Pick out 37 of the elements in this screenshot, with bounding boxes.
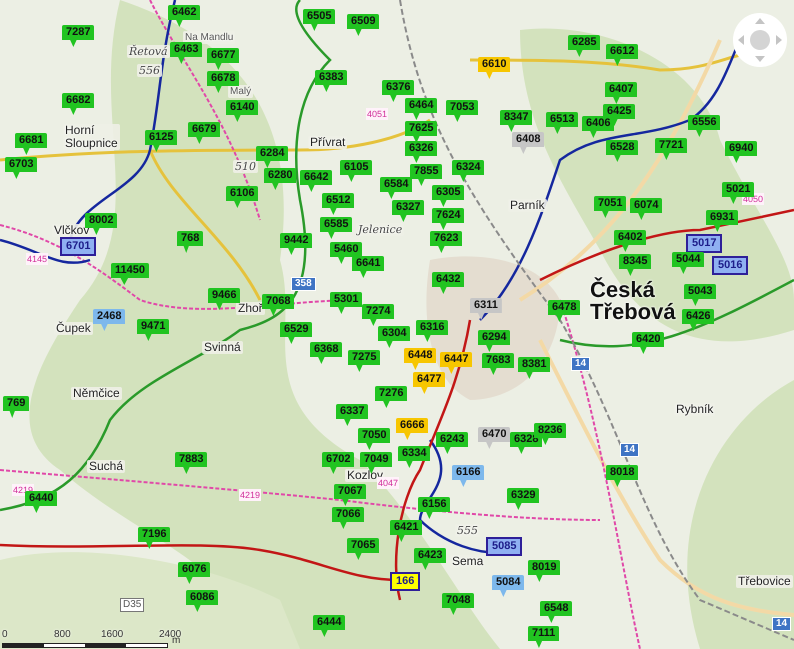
place-label: Na Mandlu (183, 31, 236, 44)
place-label: Horní Sloupnice (63, 124, 120, 150)
place-label: 556 (137, 64, 162, 77)
scale-label: 800 (54, 629, 71, 640)
pan-control[interactable] (732, 12, 788, 68)
place-label: Sema (450, 555, 486, 568)
road-number: 14 (772, 617, 792, 631)
place-label: 510 (233, 160, 258, 173)
scale-label: 0 (2, 629, 8, 640)
place-label: Česká Třebová (590, 279, 676, 323)
road-number: 4051 (366, 108, 388, 120)
scale-label: 1600 (101, 629, 124, 640)
road-number: 4047 (377, 477, 400, 489)
road-number: 14 (571, 357, 590, 371)
road-number: 4145 (26, 253, 48, 265)
place-label: Řetová (127, 45, 170, 58)
place-label: Parník (508, 199, 547, 212)
road-number: D35 (120, 598, 144, 612)
road-number: 14 (620, 443, 640, 457)
place-label: Zhoř (236, 302, 265, 315)
place-label: Suchá (87, 460, 126, 473)
map-marker[interactable]: 5085 (486, 537, 522, 556)
map-marker[interactable]: 5016 (712, 256, 748, 275)
place-label: Jelenice (356, 223, 404, 236)
road-number: 358 (291, 277, 316, 291)
map-marker[interactable]: 166 (390, 572, 420, 591)
place-label: Třebovice (736, 575, 793, 588)
place-label: Rybník (674, 403, 716, 416)
map-marker[interactable]: 6701 (60, 237, 96, 256)
place-label: Němčice (71, 387, 122, 400)
map-marker[interactable]: 5017 (686, 234, 722, 253)
place-label: 555 (455, 524, 480, 537)
place-label: Malý (228, 85, 254, 98)
place-label: Čupek (54, 322, 93, 335)
place-label: Přívrat (308, 136, 348, 149)
road-number: 4219 (239, 489, 262, 501)
place-label: Svinná (202, 341, 243, 354)
